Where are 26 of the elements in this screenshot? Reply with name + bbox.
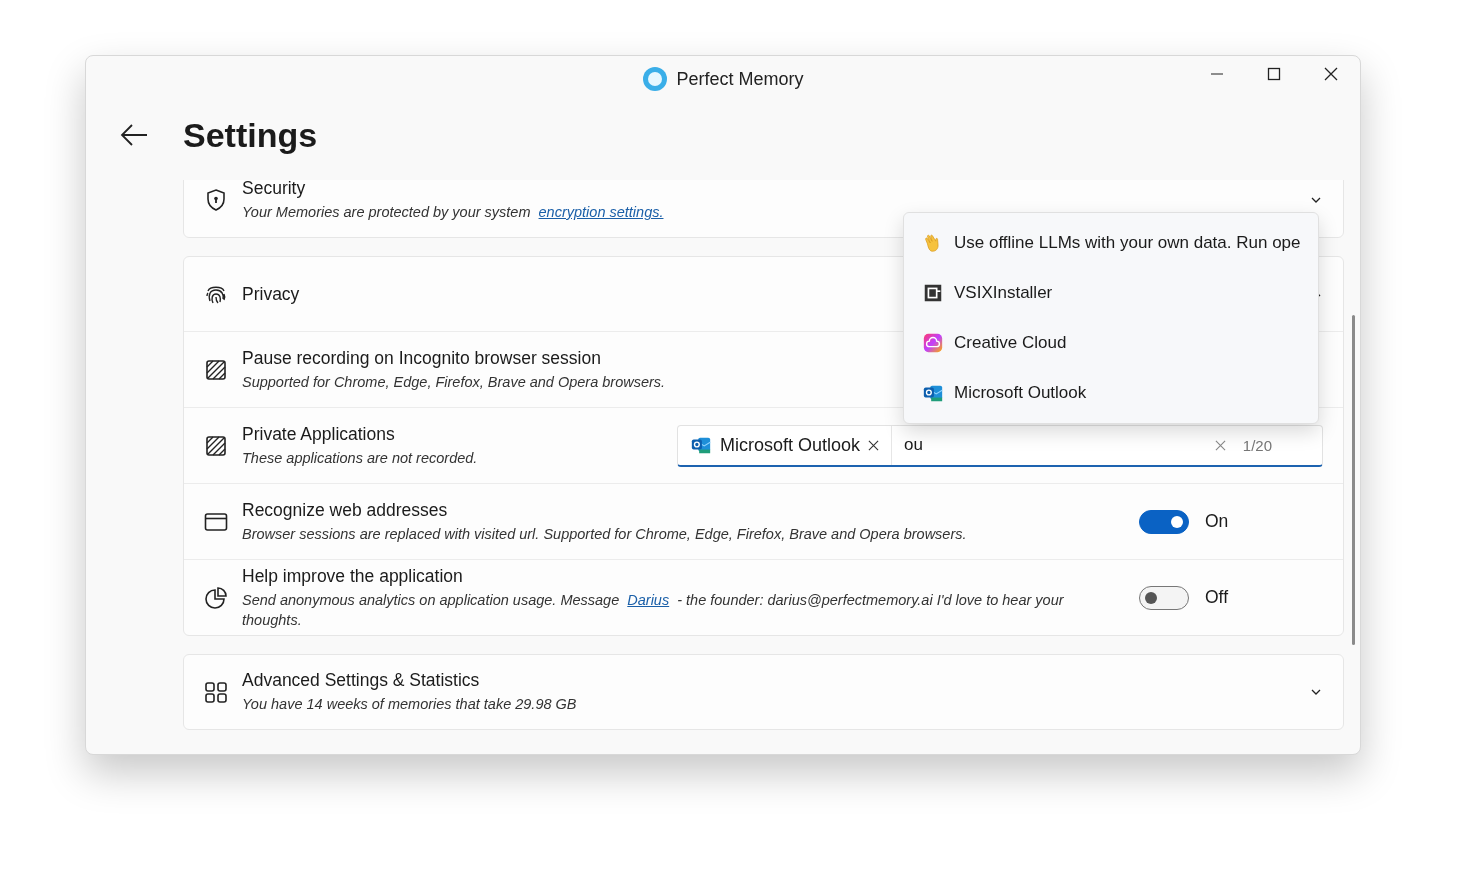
toggle-label: Off [1205,587,1229,608]
search-text: ou [903,435,924,455]
item-count: 1/20 [1242,436,1272,454]
link[interactable]: encryption settings. [538,204,664,220]
suggestion-item[interactable]: Creative Cloud [904,318,1318,368]
setting-title: Help improve the application [242,565,463,587]
chip-label: Microsoft Outlook [720,434,861,456]
link[interactable]: Darius [627,591,670,608]
suggestion-item[interactable]: VSIXInstaller [904,268,1318,318]
setting-title: Private Applications [242,423,395,445]
window-title: Perfect Memory [676,68,804,90]
suggestion-item[interactable]: Microsoft Outlook [904,368,1318,418]
setting-description: These applications are not recorded. [242,448,479,468]
setting-title: Advanced Settings & Statistics [242,670,480,691]
setting-description: Send anonymous analytics on application usage. Message Darius - the founder: darius@perfectmemory.ai I'd love to hear your thoughts. [242,590,1065,630]
page-title: Settings [183,115,318,155]
toggle-label: On [1205,511,1229,532]
app-chip[interactable]: Microsoft Outlook [678,425,893,465]
group-title: Privacy [242,283,300,305]
setting-description: Browser sessions are replaced with visited url. Supported for Chrome, Edge, Firefox, Brave and Opera browsers. [242,524,968,544]
setting-title: Security [242,180,306,199]
suggestion-item[interactable]: Use offline LLMs with your own data. Run ope [904,218,1318,268]
setting-description: You have 14 weeks of memories that take 29.98 GB [242,695,578,714]
app-search-field[interactable]: Microsoft Outlook ou 1/20 [677,424,1323,467]
setting-title: Recognize web addresses [242,499,448,521]
setting-title: Pause recording on Incognito browser session [242,347,601,369]
